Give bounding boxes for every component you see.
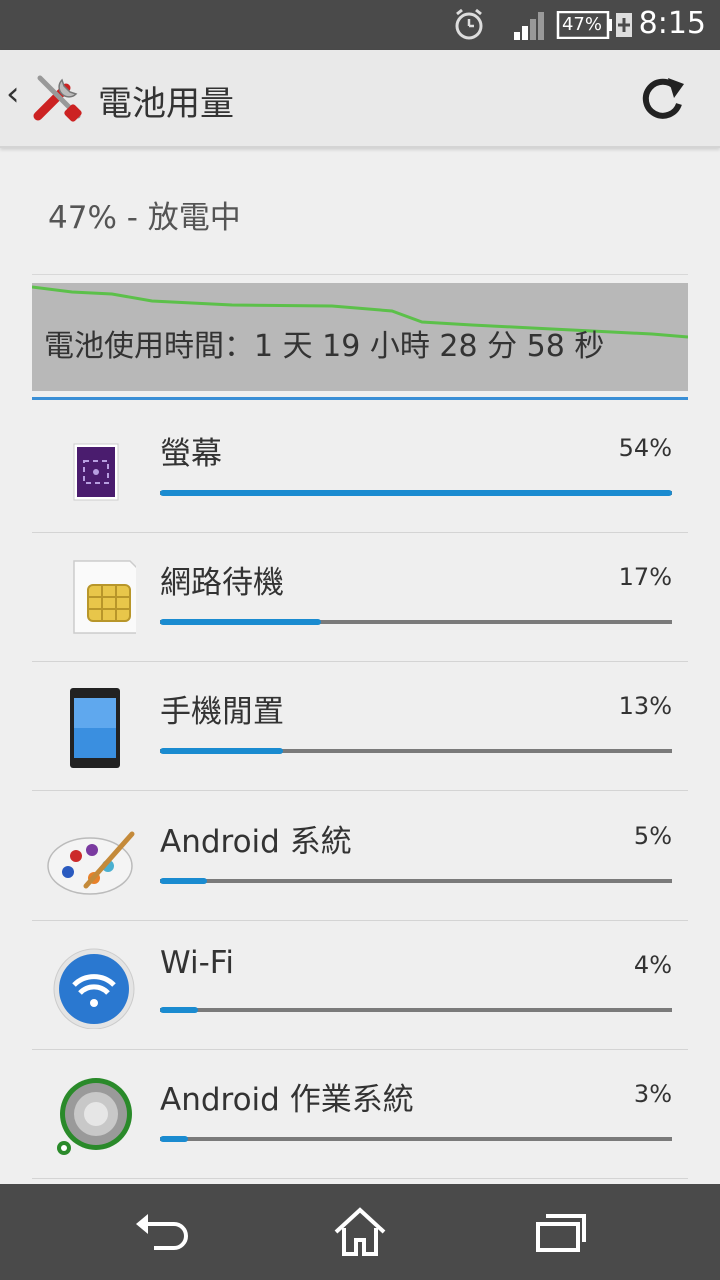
usage-bar-fill: [160, 1007, 198, 1013]
usage-bar: [160, 1007, 672, 1013]
nav-back-icon[interactable]: [130, 1204, 190, 1260]
signal-icon: [514, 12, 544, 40]
divider: [32, 1178, 688, 1179]
list-item[interactable]: Android 作業系統 3%: [32, 1050, 688, 1179]
item-name: 手機閒置: [160, 694, 284, 730]
list-item[interactable]: Android 系統 5%: [32, 792, 688, 921]
nav-recents-icon[interactable]: [530, 1204, 590, 1260]
screen-icon: [73, 443, 119, 501]
nav-home-icon[interactable]: [330, 1204, 390, 1260]
action-bar: ‹ 電池用量: [0, 50, 720, 148]
usage-bar: [160, 490, 672, 496]
usage-bar: [160, 1136, 672, 1142]
usage-bar: [160, 619, 672, 625]
battery-percent: 47%: [561, 14, 602, 35]
battery-usage-time: 電池使用時間：1 天 19 小時 28 分 58 秒: [44, 329, 605, 364]
divider: [32, 790, 688, 791]
item-name: Android 系統: [160, 824, 352, 860]
page-title: 電池用量: [98, 84, 234, 124]
item-name: 螢幕: [160, 436, 222, 472]
status-bar: 47% 8:15: [0, 0, 720, 50]
item-percent: 5%: [633, 822, 672, 850]
clock: 8:15: [638, 6, 706, 41]
item-name: Android 作業系統: [160, 1082, 414, 1118]
item-percent: 3%: [633, 1080, 672, 1108]
item-name: 網路待機: [160, 565, 284, 601]
usage-bar-fill: [160, 748, 284, 754]
list-item[interactable]: 螢幕 54%: [32, 404, 688, 533]
usage-bar-fill: [160, 619, 322, 625]
usage-bar-fill: [160, 490, 672, 496]
wifi-icon: [53, 948, 135, 1029]
sim-card-icon: [73, 560, 136, 634]
usage-bar-fill: [160, 878, 208, 884]
alarm-icon: [455, 8, 483, 40]
list-item[interactable]: Wi-Fi 4%: [32, 921, 688, 1050]
item-percent: 54%: [618, 434, 672, 462]
usage-bar-fill: [160, 1136, 189, 1142]
android-os-icon: [57, 1078, 132, 1155]
item-name: Wi-Fi: [160, 945, 234, 981]
settings-tools-icon[interactable]: [30, 70, 86, 126]
graph-baseline: [32, 397, 688, 400]
item-percent: 17%: [618, 563, 672, 591]
list-item[interactable]: 網路待機 17%: [32, 533, 688, 662]
battery-history-graph[interactable]: 電池使用時間：1 天 19 小時 28 分 58 秒: [32, 283, 688, 391]
palette-icon: [47, 831, 135, 895]
item-percent: 13%: [618, 692, 672, 720]
navigation-bar: [0, 1184, 720, 1280]
usage-bar: [160, 748, 672, 754]
phone-idle-icon: [70, 688, 120, 768]
item-percent: 4%: [633, 951, 672, 979]
battery-status: 47% - 放電中: [48, 200, 241, 236]
back-caret-icon[interactable]: ‹: [6, 74, 20, 114]
divider: [32, 274, 688, 275]
refresh-icon[interactable]: [636, 74, 688, 126]
list-item[interactable]: 手機閒置 13%: [32, 662, 688, 791]
usage-bar: [160, 878, 672, 884]
